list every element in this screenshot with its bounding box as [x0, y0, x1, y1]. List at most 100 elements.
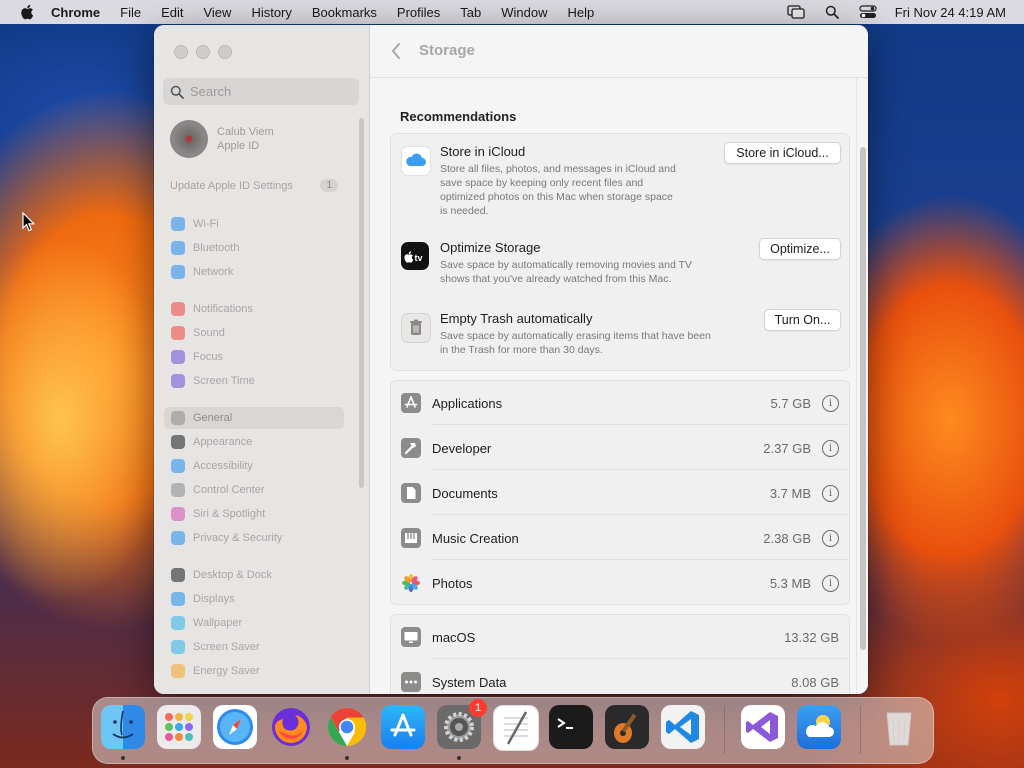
dock-finder-icon[interactable] [101, 705, 145, 749]
dock-app-store-icon[interactable] [381, 705, 425, 749]
menu-help[interactable]: Help [568, 5, 595, 20]
dock-weather-icon[interactable] [797, 705, 841, 749]
menu-window[interactable]: Window [501, 5, 547, 20]
info-icon[interactable]: i [822, 574, 839, 592]
sidebar-item-accessibility[interactable]: Accessibility [164, 455, 344, 477]
sidebar-item-desktop-dock[interactable]: Desktop & Dock [164, 564, 344, 586]
sidebar-item-screen-time[interactable]: Screen Time [164, 370, 344, 392]
back-chevron-icon[interactable] [390, 42, 404, 60]
sidebar-item-wallpaper[interactable]: Wallpaper [164, 612, 344, 634]
sidebar-item-appearance[interactable]: Appearance [164, 431, 344, 453]
update-count-badge: 1 [320, 179, 338, 192]
screen-mirroring-icon[interactable] [787, 5, 805, 19]
recommendation-title: Empty Trash automatically [440, 311, 593, 326]
menu-history[interactable]: History [251, 5, 291, 20]
minimize-button[interactable] [196, 45, 210, 59]
document-icon [401, 483, 421, 503]
info-icon[interactable]: i [822, 484, 839, 502]
apple-tv-icon: tv [401, 242, 429, 270]
menu-clock[interactable]: Fri Nov 24 4:19 AM [895, 5, 1006, 20]
photos-icon [401, 573, 421, 593]
displays-icon [171, 592, 185, 606]
close-button[interactable] [174, 45, 188, 59]
spotlight-search-icon[interactable] [823, 5, 841, 19]
recommendation-description: Store all files, photos, and messages in… [440, 163, 676, 217]
screen-time-icon [171, 374, 185, 388]
sidebar-item-label: Energy Saver [193, 665, 260, 677]
sidebar-item-siri-spotlight[interactable]: Siri & Spotlight [164, 503, 344, 525]
sidebar-item-bluetooth[interactable]: Bluetooth [164, 237, 344, 259]
sidebar-item-label: Network [193, 266, 234, 278]
sidebar-item-notifications[interactable]: Notifications [164, 298, 344, 320]
dock-textedit-icon[interactable] [493, 705, 539, 751]
sidebar-item-general[interactable]: General [164, 407, 344, 429]
sidebar-item-energy-saver[interactable]: Energy Saver [164, 660, 344, 682]
menu-profiles[interactable]: Profiles [397, 5, 440, 20]
apple-id-profile[interactable]: Calub Viem Apple ID [170, 120, 274, 158]
dock-garageband-icon[interactable] [605, 705, 649, 749]
zoom-button[interactable] [218, 45, 232, 59]
update-apple-id-item[interactable]: Update Apple ID Settings 1 [170, 179, 338, 192]
search-icon [170, 85, 184, 99]
sidebar-item-privacy-security[interactable]: Privacy & Security [164, 527, 344, 549]
store-in-icloud-button[interactable]: Store in iCloud... [724, 142, 841, 164]
search-field[interactable]: Search [163, 78, 359, 105]
sidebar-scrollbar[interactable] [359, 118, 364, 488]
menu-view[interactable]: View [203, 5, 231, 20]
dock-terminal-icon[interactable] [549, 705, 593, 749]
optimize-button[interactable]: Optimize... [759, 238, 841, 260]
dock-visual-studio-icon[interactable] [741, 705, 785, 749]
row-divider [431, 469, 849, 470]
sidebar-item-network[interactable]: Network [164, 261, 344, 283]
dock-vscode-icon[interactable] [661, 705, 705, 749]
storage-row-documents[interactable]: Documents 3.7 MB i [391, 471, 849, 515]
scrollbar-thumb[interactable] [860, 147, 866, 650]
storage-row-developer[interactable]: Developer 2.37 GB i [391, 426, 849, 470]
menu-bookmarks[interactable]: Bookmarks [312, 5, 377, 20]
storage-category-size: 2.38 GB [763, 530, 811, 546]
content-scrollbar[interactable] [856, 77, 868, 694]
sidebar-item-wi-fi[interactable]: Wi-Fi [164, 213, 344, 235]
control-center-icon[interactable] [859, 5, 877, 19]
storage-row-music-creation[interactable]: Music Creation 2.38 GB i [391, 516, 849, 560]
storage-row-macos[interactable]: macOS 13.32 GB [391, 615, 849, 659]
sidebar-item-label: Control Center [193, 484, 265, 496]
dock-launchpad-icon[interactable] [157, 705, 201, 749]
dock-trash-icon[interactable] [877, 705, 921, 749]
storage-row-photos[interactable]: Photos 5.3 MB i [391, 561, 849, 605]
info-icon[interactable]: i [822, 394, 839, 412]
sidebar-item-focus[interactable]: Focus [164, 346, 344, 368]
info-icon[interactable]: i [822, 529, 839, 547]
storage-category-name: Photos [432, 575, 473, 591]
sidebar-item-label: General [193, 412, 233, 424]
dock-system-settings-icon[interactable]: 1 [437, 699, 487, 749]
dock-chrome-icon[interactable] [325, 705, 369, 749]
storage-row-system-data[interactable]: System Data 8.08 GB [391, 660, 849, 694]
window-controls [174, 45, 232, 59]
storage-row-applications[interactable]: Applications 5.7 GB i [391, 381, 849, 425]
bluetooth-icon [171, 241, 185, 255]
sidebar-item-sound[interactable]: Sound [164, 322, 344, 344]
turn-on-button[interactable]: Turn On... [764, 309, 841, 331]
menu-app-name[interactable]: Chrome [51, 5, 100, 20]
info-icon[interactable]: i [822, 439, 839, 457]
row-divider [431, 514, 849, 515]
hammer-icon [401, 438, 421, 458]
storage-category-name: System Data [432, 674, 507, 690]
apple-icon[interactable] [19, 4, 35, 20]
recommendation-icloud: Store in iCloud Store all files, photos,… [391, 134, 849, 224]
menu-edit[interactable]: Edit [161, 5, 183, 20]
menu-tab[interactable]: Tab [460, 5, 481, 20]
running-indicator [345, 756, 349, 760]
dock-firefox-icon[interactable] [269, 705, 313, 749]
sidebar-item-displays[interactable]: Displays [164, 588, 344, 610]
sidebar-item-control-center[interactable]: Control Center [164, 479, 344, 501]
dock-safari-icon[interactable] [213, 705, 257, 749]
storage-categories-list: Applications 5.7 GB i Developer 2.37 GB … [390, 380, 850, 605]
sidebar-item-label: Appearance [193, 436, 253, 448]
siri-spotlight-icon [171, 507, 185, 521]
wallpaper-icon [171, 616, 185, 630]
menu-file[interactable]: File [120, 5, 141, 20]
recommendations-heading: Recommendations [400, 109, 517, 124]
sidebar-item-screen-saver[interactable]: Screen Saver [164, 636, 344, 658]
